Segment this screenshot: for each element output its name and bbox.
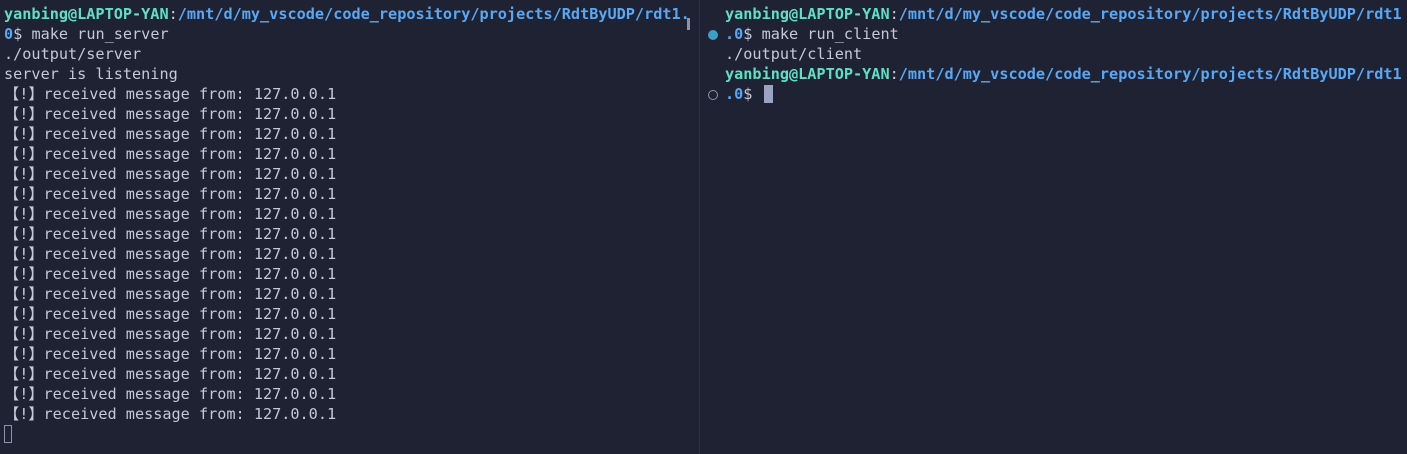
message-line: 【!】received message from: 127.0.0.1: [4, 185, 337, 203]
message-line: 【!】received message from: 127.0.0.1: [4, 125, 337, 143]
prompt-line-1: yanbing@LAPTOP-YAN:/mnt/d/my_vscode/code…: [700, 4, 1407, 24]
prompt-path-continued: 0: [4, 25, 14, 43]
terminal-cursor: [4, 425, 12, 443]
message-line: 【!】received message from: 127.0.0.1: [4, 285, 337, 303]
command-success-decoration-icon[interactable]: [708, 30, 718, 40]
command-pending-decoration-icon[interactable]: [708, 90, 718, 100]
terminal-split-view: yanbing@LAPTOP-YAN:/mnt/d/my_vscode/code…: [0, 0, 1407, 454]
prompt-line-2: 0$ make run_server: [4, 24, 699, 44]
message-line: 【!】received message from: 127.0.0.1: [4, 165, 337, 183]
prompt-dollar: $: [13, 25, 32, 43]
prompt-dollar: $: [743, 85, 762, 103]
terminal-pane-client[interactable]: yanbing@LAPTOP-YAN:/mnt/d/my_vscode/code…: [700, 0, 1407, 454]
output-line: ./output/server: [4, 45, 142, 63]
cursor-line: [4, 424, 699, 444]
message-line: 【!】received message from: 127.0.0.1: [4, 145, 337, 163]
message-line: 【!】received message from: 127.0.0.1: [4, 105, 337, 123]
prompt-dollar: $: [743, 25, 762, 43]
message-line: 【!】received message from: 127.0.0.1: [4, 365, 337, 383]
terminal-cursor: [763, 85, 773, 103]
message-line: 【!】received message from: 127.0.0.1: [4, 225, 337, 243]
prompt-line-1: yanbing@LAPTOP-YAN:/mnt/d/my_vscode/code…: [700, 64, 1407, 84]
message-line: 【!】received message from: 127.0.0.1: [4, 345, 337, 363]
prompt-path: /mnt/d/my_vscode/code_repository/project…: [898, 65, 1402, 83]
command-text: make run_client: [761, 25, 899, 43]
prompt-user-host: yanbing@LAPTOP-YAN: [4, 5, 169, 23]
message-line: 【!】received message from: 127.0.0.1: [4, 205, 337, 223]
message-line: 【!】received message from: 127.0.0.1: [4, 305, 337, 323]
prompt-colon: :: [889, 5, 899, 23]
output-line: ./output/client: [725, 45, 863, 63]
prompt-path: /mnt/d/my_vscode/code_repository/project…: [177, 5, 690, 23]
output-line: server is listening: [4, 65, 178, 83]
message-line: 【!】received message from: 127.0.0.1: [4, 405, 337, 423]
terminal-pane-server[interactable]: yanbing@LAPTOP-YAN:/mnt/d/my_vscode/code…: [0, 0, 699, 454]
message-line: 【!】received message from: 127.0.0.1: [4, 245, 337, 263]
message-line: 【!】received message from: 127.0.0.1: [4, 265, 337, 283]
message-line: 【!】received message from: 127.0.0.1: [4, 325, 337, 343]
prompt-line-2: .0$ make run_client: [700, 24, 1407, 44]
message-line: 【!】received message from: 127.0.0.1: [4, 85, 337, 103]
prompt-user-host: yanbing@LAPTOP-YAN: [725, 5, 890, 23]
prompt-line-1: yanbing@LAPTOP-YAN:/mnt/d/my_vscode/code…: [4, 4, 699, 24]
prompt-colon: :: [889, 65, 899, 83]
prompt-user-host: yanbing@LAPTOP-YAN: [725, 65, 890, 83]
prompt-path: /mnt/d/my_vscode/code_repository/project…: [898, 5, 1402, 23]
prompt-colon: :: [168, 5, 178, 23]
prompt-line-2: .0$: [700, 84, 1407, 104]
message-line: 【!】received message from: 127.0.0.1: [4, 385, 337, 403]
command-text: make run_server: [31, 25, 169, 43]
scrollbar-thumb[interactable]: [687, 18, 690, 30]
prompt-path-continued: .0: [725, 25, 744, 43]
prompt-path-continued: .0: [725, 85, 744, 103]
